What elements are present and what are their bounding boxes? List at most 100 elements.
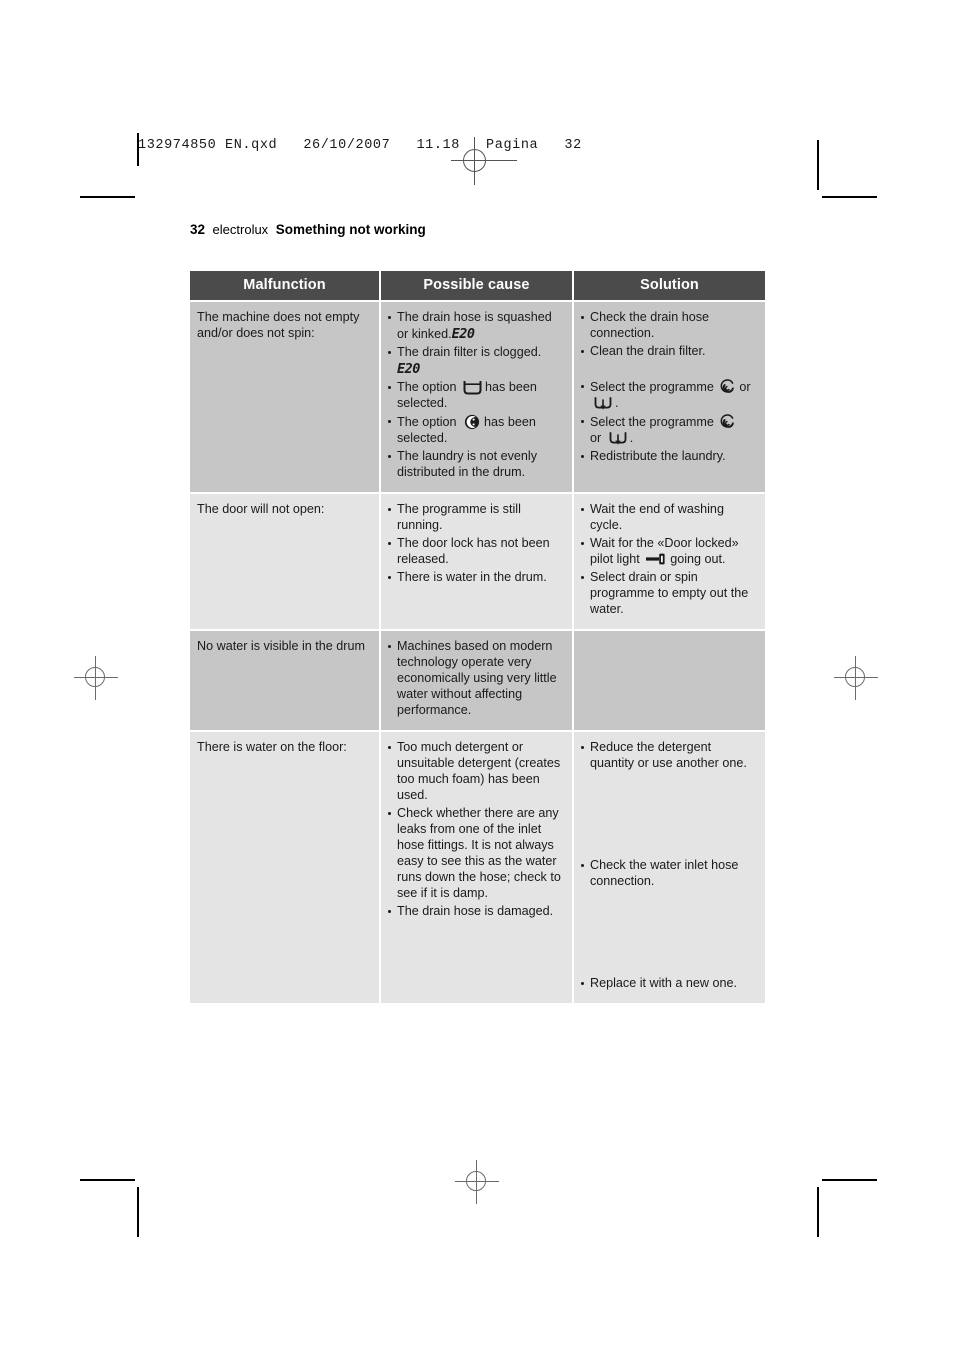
list-item: The drain hose is damaged. [388,904,565,920]
cell-possible-cause: The drain hose is squashed or kinked.E20… [381,302,572,493]
rinse-hold-icon [463,380,482,395]
cause-text: Check whether there are any leaks from o… [397,805,561,900]
list-item: Wait the end of washing cycle. [581,502,758,534]
crop-mark-bottom-left [80,1179,135,1181]
error-code-e20: E20 [451,325,475,342]
crop-mark-bottom-left-v [137,1187,139,1237]
table-header-row: Malfunction Possible cause Solution [190,271,765,300]
drain-icon [609,431,627,446]
cause-text: There is water in the drum. [397,570,547,585]
cell-possible-cause: Too much detergent or unsuitable deterge… [381,731,572,1003]
list-item: Select the programme or . [581,414,758,447]
door-lock-key-icon [646,553,667,565]
malfunction-text: There is water on the floor: [197,739,347,754]
list-item: Check the drain hose connection. [581,310,758,342]
solution-text: Clean the drain filter. [590,343,706,358]
solution-text: Reduce the detergent quantity or use ano… [590,739,747,770]
night-cycle-icon [464,414,480,430]
cause-text: The option [397,415,457,430]
crop-mark-top-right-v [817,140,819,190]
list-item: There is water in the drum. [388,570,565,586]
solution-text: or [739,379,751,394]
section-title: Something not working [275,222,426,237]
list-item: Redistribute the laundry. [581,449,758,465]
column-header-possible-cause: Possible cause [381,271,572,300]
registration-mark-right [834,656,878,700]
error-code-e20: E20 [397,361,420,378]
solution-text: . [615,395,619,410]
spin-icon [720,379,736,395]
cause-list: Machines based on modern technology oper… [388,639,565,719]
malfunction-text: No water is visible in the drum [197,639,365,654]
troubleshooting-table-wrapper: Malfunction Possible cause Solution The … [190,271,765,1003]
cause-list: Too much detergent or unsuitable deterge… [388,740,565,920]
printers-slug-line: 132974850 EN.qxd 26/10/2007 11.18 Pagina… [138,138,582,153]
column-header-malfunction: Malfunction [190,271,379,300]
list-item: Select drain or spin programme to empty … [581,570,758,618]
registration-mark-slug [451,137,517,185]
cause-list: The drain hose is squashed or kinked.E20… [388,310,565,481]
list-item: The option has been selected. [388,380,565,412]
page-number: 32 [190,222,206,237]
list-item: Reduce the detergent quantity or use ano… [581,740,758,772]
solution-text: Replace it with a new one. [590,975,738,990]
cell-possible-cause: Machines based on modern technology oper… [381,631,572,730]
drain-icon [594,396,612,411]
solution-list: Check the drain hose connection. Clean t… [581,310,758,465]
crop-mark-bottom-right-v [817,1187,819,1237]
list-item: Check the water inlet hose connection. [581,858,758,890]
cell-malfunction: There is water on the floor: [190,731,379,1003]
running-head: 32 electrolux Something not working [190,222,426,237]
list-item: Wait for the «Door locked» pilot light g… [581,536,758,568]
solution-text: going out. [670,552,726,567]
cause-text: The drain hose is damaged. [397,903,554,918]
cause-list: The programme is still running. The door… [388,502,565,586]
crop-mark-bottom-right [822,1179,877,1181]
table-row: There is water on the floor: Too much de… [190,731,765,1003]
cause-text: The laundry is not evenly distributed in… [397,449,538,480]
table-row: The door will not open: The programme is… [190,494,765,630]
cell-malfunction: No water is visible in the drum [190,631,379,730]
registration-mark-bottom [455,1160,499,1204]
list-item: Machines based on modern technology oper… [388,639,565,719]
table-row: The machine does not empty and/or does n… [190,302,765,493]
list-item: The laundry is not evenly distributed in… [388,449,565,481]
troubleshooting-table: Malfunction Possible cause Solution The … [188,269,767,1005]
solution-list: Reduce the detergent quantity or use ano… [581,740,758,992]
list-item: The option has been selected. [388,414,565,447]
list-item: Select the programme or . [581,379,758,412]
spin-icon [720,414,736,430]
list-item: Clean the drain filter. [581,344,758,360]
table-row: No water is visible in the drum Machines… [190,631,765,730]
solution-text: Select the programme [590,414,714,429]
cell-solution: Reduce the detergent quantity or use ano… [574,731,765,1003]
solution-text: Wait the end of washing cycle. [590,502,724,533]
cell-malfunction: The door will not open: [190,494,379,630]
list-item: The programme is still running. [388,502,565,534]
cause-text: The drain filter is clogged. [397,345,542,360]
list-item: Too much detergent or unsuitable deterge… [388,740,565,804]
list-item: The door lock has not been released. [388,536,565,568]
cell-possible-cause: The programme is still running. The door… [381,494,572,630]
cell-solution: Check the drain hose connection. Clean t… [574,302,765,493]
solution-list: Wait the end of washing cycle. Wait for … [581,502,758,618]
cause-text: The door lock has not been released. [397,536,550,567]
crop-mark-top-left [80,196,135,198]
solution-text: . [629,430,634,445]
registration-mark-left [74,656,118,700]
malfunction-text: The machine does not empty and/or does n… [197,310,360,340]
cell-solution: Wait the end of washing cycle. Wait for … [574,494,765,630]
cause-text: The programme is still running. [397,502,521,533]
solution-text: Redistribute the laundry. [590,448,726,463]
list-item: The drain filter is clogged. E20 [388,345,565,378]
list-item: The drain hose is squashed or kinked.E20 [388,310,565,343]
solution-text: or [590,430,602,445]
column-header-solution: Solution [574,271,765,300]
list-item: Replace it with a new one. [581,976,758,992]
solution-text: Select the programme [590,379,714,394]
cause-text: Machines based on modern technology oper… [397,639,557,717]
malfunction-text: The door will not open: [197,502,325,517]
list-item: Check whether there are any leaks from o… [388,806,565,902]
cell-malfunction: The machine does not empty and/or does n… [190,302,379,493]
brand-name: electrolux [212,222,269,237]
